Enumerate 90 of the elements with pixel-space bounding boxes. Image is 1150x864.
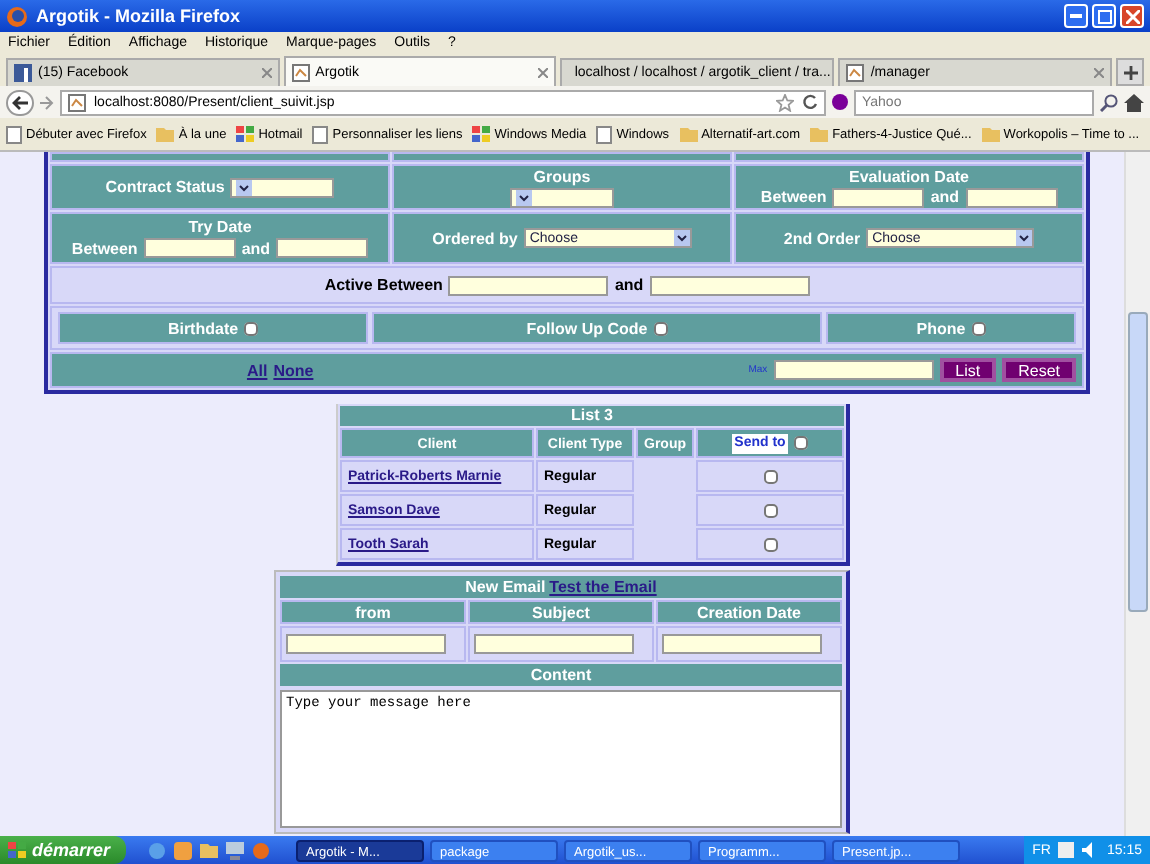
back-button[interactable] [6, 89, 34, 115]
close-icon[interactable] [1094, 68, 1105, 78]
page-icon [68, 93, 86, 111]
field-label: Between [71, 239, 138, 257]
checkbox-label: Follow Up Code [526, 319, 648, 337]
plus-icon [1123, 65, 1137, 79]
column-header: Creation Date [656, 600, 842, 624]
date-field[interactable] [649, 275, 810, 295]
input-field[interactable] [474, 634, 634, 654]
field-label: and [614, 276, 644, 294]
field-label: Contract Status [105, 178, 225, 196]
section-title: New Email [465, 578, 546, 596]
page-icon [846, 64, 865, 82]
caret-icon [516, 189, 532, 205]
date-field[interactable] [832, 187, 925, 207]
caret-icon [1016, 230, 1033, 246]
yahoo-icon[interactable] [832, 94, 848, 110]
field-label: Active Between [324, 276, 443, 294]
max-field[interactable] [773, 360, 934, 380]
folder-icon[interactable] [200, 842, 219, 858]
minimize-icon [1070, 14, 1082, 18]
field-label: Groups [533, 167, 591, 185]
link[interactable]: None [273, 361, 314, 379]
column-header: Subject [468, 600, 654, 624]
search-icon[interactable] [1100, 93, 1118, 111]
table-title: List 3 [340, 406, 844, 426]
maximize-button[interactable] [1092, 4, 1116, 28]
windows-logo-icon [8, 842, 26, 858]
checkbox-label: Phone [916, 319, 966, 337]
field-label: Try Date [188, 218, 252, 236]
date-field[interactable] [965, 187, 1058, 207]
windows-logo-icon [472, 126, 491, 142]
folder-icon [679, 126, 698, 142]
forward-arrow-icon[interactable] [40, 95, 54, 109]
globe-icon[interactable] [252, 841, 271, 859]
dropdown[interactable] [230, 177, 335, 197]
caret-icon [236, 179, 253, 195]
new-tab-button[interactable] [1116, 58, 1144, 86]
restore-icon [1097, 9, 1111, 23]
back-arrow-icon [12, 95, 28, 109]
checkbox[interactable] [763, 503, 777, 517]
input-field[interactable] [662, 634, 822, 654]
date-field[interactable] [276, 238, 369, 258]
page-icon [291, 63, 310, 81]
field-label: Between [760, 188, 827, 206]
page-icon [312, 125, 329, 143]
link[interactable]: Test the Email [549, 578, 657, 596]
minimize-button[interactable] [1064, 4, 1088, 28]
app-icon[interactable] [174, 841, 193, 859]
star-icon[interactable] [776, 93, 794, 111]
folder-icon [156, 126, 175, 142]
field-label: 2nd Order [783, 229, 861, 247]
page-icon [6, 125, 22, 143]
close-icon [1125, 9, 1139, 23]
date-field[interactable] [143, 238, 236, 258]
select-all-checkbox[interactable] [793, 436, 808, 450]
folder-icon [810, 126, 829, 142]
section-title: Content [280, 664, 842, 686]
form-button[interactable]: List [939, 358, 997, 382]
close-button[interactable] [1120, 4, 1144, 28]
start-button[interactable]: démarrer [0, 836, 127, 864]
date-field[interactable] [448, 275, 609, 295]
folder-icon [981, 126, 1000, 142]
field-label: and [241, 239, 271, 257]
home-icon[interactable] [1124, 93, 1144, 111]
checkbox[interactable] [244, 321, 259, 335]
field-label: Ordered by [432, 229, 518, 247]
window-title: Argotik - Mozilla Firefox [36, 6, 243, 26]
form-button[interactable]: Reset [1002, 358, 1076, 382]
input-field[interactable] [286, 634, 446, 654]
facebook-icon [14, 64, 32, 82]
checkbox[interactable] [971, 321, 986, 335]
caret-icon [673, 230, 690, 246]
close-icon[interactable] [538, 67, 549, 77]
checkbox[interactable] [763, 469, 777, 483]
column-header: from [280, 600, 466, 624]
field-label: and [930, 188, 960, 206]
field-label: Evaluation Date [848, 167, 969, 185]
page-icon [596, 125, 613, 143]
link[interactable]: All [246, 361, 268, 379]
close-icon[interactable] [261, 68, 272, 78]
reload-icon[interactable] [802, 94, 818, 110]
dropdown[interactable] [510, 187, 614, 207]
checkbox-label: Birthdate [167, 319, 239, 337]
checkbox[interactable] [653, 321, 668, 335]
scrollbar[interactable] [1124, 152, 1150, 836]
globe-icon [6, 5, 28, 27]
checkbox[interactable] [763, 537, 777, 551]
computer-icon[interactable] [226, 841, 245, 859]
windows-logo-icon [236, 126, 255, 142]
